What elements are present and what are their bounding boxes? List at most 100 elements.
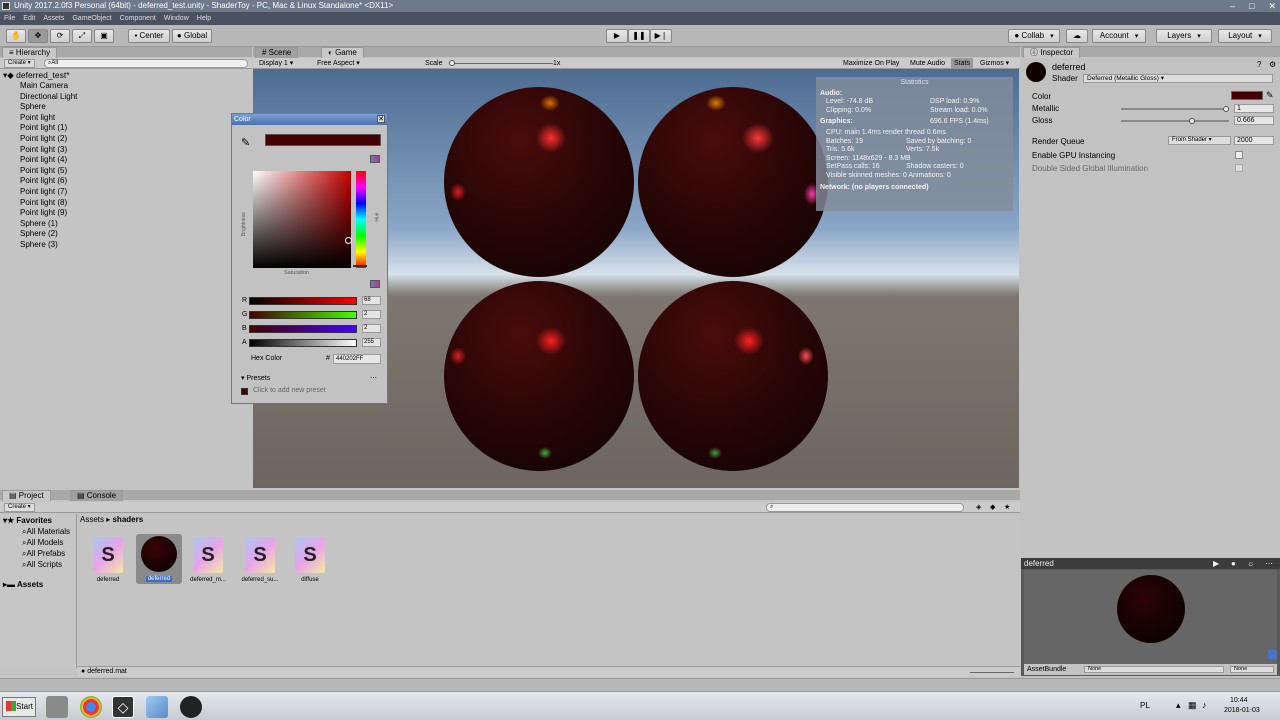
eyedropper-icon[interactable]: ✎ (1266, 90, 1274, 101)
tab-inspector[interactable]: ⓘ Inspector (1023, 47, 1081, 58)
stats-toggle[interactable]: Stats (951, 58, 973, 69)
rect-tool-icon[interactable]: ▣ (94, 29, 114, 43)
metallic-slider-knob[interactable] (1223, 106, 1229, 112)
b-value-field[interactable]: 2 (362, 324, 381, 333)
render-queue-dropdown[interactable]: From Shader ▾ (1168, 136, 1231, 145)
settings-gear-icon[interactable]: ⚙ (1269, 60, 1276, 69)
color-property-swatch[interactable] (1231, 91, 1263, 100)
hierarchy-item[interactable]: Sphere (20, 102, 46, 112)
asset-item[interactable]: Sdeferred_m... (190, 537, 226, 583)
file-explorer-icon[interactable] (146, 696, 168, 718)
cloud-icon[interactable]: ☁ (1066, 29, 1088, 43)
g-value-field[interactable]: 2 (362, 310, 381, 319)
r-slider[interactable] (249, 297, 357, 305)
double-sided-gi-checkbox[interactable] (1235, 164, 1243, 172)
assets-folder[interactable]: ▸▬ Assets (3, 580, 43, 589)
collab-dropdown[interactable]: ● Collab (1008, 29, 1060, 43)
minimize-button[interactable]: – (1230, 0, 1235, 12)
language-indicator[interactable]: PL (1140, 701, 1150, 710)
project-search-input[interactable]: ⌕ (766, 503, 964, 512)
breadcrumb-assets[interactable]: Assets (80, 515, 104, 524)
start-button[interactable]: Start (2, 697, 36, 717)
gloss-slider[interactable] (1121, 116, 1229, 126)
maximize-button[interactable]: □ (1249, 0, 1254, 12)
tab-project[interactable]: ▤ Project (2, 490, 51, 501)
breadcrumb-shaders[interactable]: shaders (112, 515, 143, 524)
r-value-field[interactable]: 68 (362, 296, 381, 305)
menu-component[interactable]: Component (120, 12, 156, 25)
obs-icon[interactable] (180, 696, 202, 718)
icon-size-slider[interactable] (970, 672, 1014, 673)
g-slider[interactable] (249, 311, 357, 319)
network-icon[interactable]: ▦ (1188, 700, 1197, 711)
scale-slider-knob[interactable] (449, 60, 455, 66)
hierarchy-item[interactable]: Sphere (1) (20, 219, 58, 229)
play-button[interactable]: ▶ (606, 29, 628, 43)
hue-cursor[interactable] (353, 265, 367, 267)
favorite-item[interactable]: ⌕All Materials (22, 527, 70, 537)
layout-dropdown[interactable]: Layout (1218, 29, 1272, 43)
gizmos-dropdown[interactable]: Gizmos ▾ (980, 58, 1009, 69)
favorite-star-icon[interactable]: ★ (1004, 502, 1010, 513)
unity-icon[interactable]: ◇ (112, 696, 134, 718)
favorite-item[interactable]: ⌕All Models (22, 538, 63, 548)
preview-area[interactable] (1024, 570, 1277, 664)
scene-root[interactable]: ▾◆ deferred_test* (3, 70, 70, 81)
hierarchy-create-button[interactable]: Create ▾ (4, 59, 35, 68)
preview-light-icon[interactable]: ☼ (1247, 558, 1254, 569)
hierarchy-item[interactable]: Point light (5) (20, 166, 67, 176)
favorite-item[interactable]: ⌕All Prefabs (22, 549, 65, 559)
add-preset-hint[interactable]: Click to add new preset (253, 387, 326, 394)
gloss-slider-knob[interactable] (1188, 118, 1195, 124)
tab-game[interactable]: ◐ Game (321, 47, 364, 58)
hierarchy-item[interactable]: Point light (20, 113, 55, 123)
b-slider[interactable] (249, 325, 357, 333)
rotate-tool-icon[interactable]: ⟳ (50, 29, 70, 43)
asset-item-selected[interactable]: deferred (136, 534, 182, 584)
close-icon[interactable]: ✕ (377, 115, 385, 123)
hierarchy-item[interactable]: Point light (9) (20, 208, 67, 218)
app-icon[interactable] (46, 696, 68, 718)
render-queue-value-field[interactable]: 2000 (1234, 136, 1274, 145)
preview-mesh-icon[interactable]: ● (1231, 558, 1236, 569)
hue-slider[interactable] (353, 171, 367, 268)
asset-item[interactable]: Sdeferred (90, 537, 126, 583)
maximize-on-play-toggle[interactable]: Maximize On Play (843, 58, 899, 69)
hierarchy-item[interactable]: Sphere (2) (20, 229, 58, 239)
shader-dropdown[interactable]: Deferred (Metallic Gloss) ▾ (1083, 74, 1273, 83)
saturation-brightness-box[interactable] (253, 171, 352, 268)
help-icon[interactable]: ? (1257, 60, 1261, 69)
filter-label-icon[interactable]: ◆ (990, 502, 995, 513)
menu-edit[interactable]: Edit (23, 12, 35, 25)
menu-window[interactable]: Window (164, 12, 189, 25)
clock-date[interactable]: 2018-01-03 (1224, 707, 1260, 714)
hierarchy-search-input[interactable]: ⌕All (44, 59, 248, 68)
menu-help[interactable]: Help (197, 12, 211, 25)
hierarchy-item[interactable]: Directional Light (20, 92, 77, 102)
pause-button[interactable]: ❚❚ (628, 29, 650, 43)
tab-hierarchy[interactable]: ≡ Hierarchy (2, 47, 58, 58)
menu-file[interactable]: File (4, 12, 15, 25)
current-color-swatch[interactable] (265, 134, 381, 146)
hierarchy-item[interactable]: Point light (7) (20, 187, 67, 197)
hierarchy-item[interactable]: Point light (6) (20, 176, 67, 186)
clock-time[interactable]: 10:44 (1230, 697, 1248, 704)
color-mode-icon[interactable] (370, 155, 380, 163)
preview-play-icon[interactable]: ▶ (1213, 558, 1219, 569)
presets-foldout[interactable]: ▾ Presets (241, 374, 270, 382)
hierarchy-item[interactable]: Point light (2) (20, 134, 67, 144)
asset-item[interactable]: Sdeferred_su... (240, 537, 280, 583)
metallic-value-field[interactable]: 1 (1234, 104, 1274, 113)
hierarchy-item[interactable]: Sphere (3) (20, 240, 58, 250)
move-tool-icon[interactable]: ✥ (28, 29, 48, 43)
gpu-instancing-checkbox[interactable] (1235, 151, 1243, 159)
color-picker-titlebar[interactable]: Color ✕ (232, 114, 387, 125)
menu-assets[interactable]: Assets (43, 12, 64, 25)
eyedropper-icon[interactable]: ✎ (241, 136, 250, 149)
layers-dropdown[interactable]: Layers (1156, 29, 1212, 43)
hierarchy-item[interactable]: Point light (3) (20, 145, 67, 155)
display-dropdown[interactable]: Display 1 ▾ (259, 58, 293, 69)
preset-color-icon[interactable] (241, 388, 248, 395)
metallic-slider[interactable] (1121, 104, 1229, 114)
asset-item[interactable]: Sdiffuse (292, 537, 328, 583)
